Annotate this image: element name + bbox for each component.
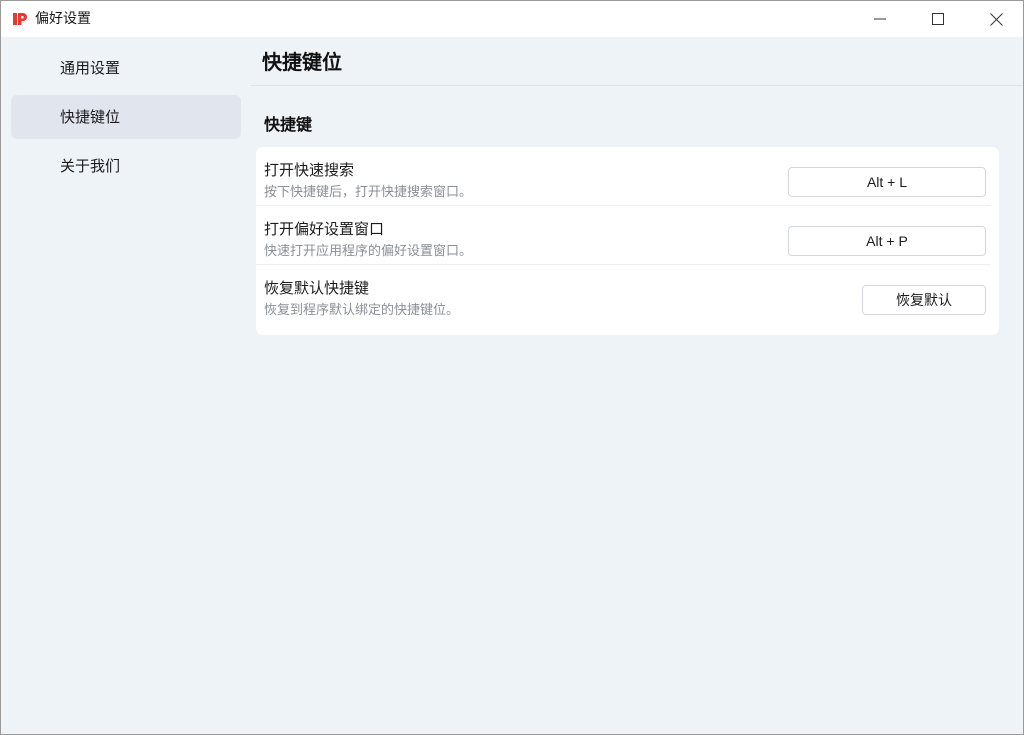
row-description: 按下快捷键后，打开快捷搜索窗口。 bbox=[264, 185, 473, 200]
maximize-icon bbox=[932, 13, 944, 25]
close-button[interactable] bbox=[967, 1, 1023, 37]
sidebar-item-shortcuts[interactable]: 快捷键位 bbox=[11, 95, 241, 139]
sidebar: 通用设置 快捷键位 关于我们 bbox=[1, 37, 251, 734]
reset-defaults-button[interactable]: 恢复默认 bbox=[862, 285, 986, 315]
preferences-window: 偏好设置 通用设置 快捷键位 关于我们 快捷键位 快捷键 打开快速搜索 按下快捷… bbox=[0, 0, 1024, 735]
row-description: 恢复到程序默认绑定的快捷键位。 bbox=[264, 303, 460, 318]
minimize-icon bbox=[874, 18, 886, 20]
row-title: 恢复默认快捷键 bbox=[264, 279, 370, 297]
preferences-shortcut-button[interactable]: Alt + P bbox=[788, 226, 986, 256]
row-title: 打开快速搜索 bbox=[264, 161, 355, 179]
shortcut-row-quick-search: 打开快速搜索 按下快捷键后，打开快捷搜索窗口。 Alt + L bbox=[256, 147, 999, 206]
quick-search-shortcut-button[interactable]: Alt + L bbox=[788, 167, 986, 197]
title-bar[interactable]: 偏好设置 bbox=[1, 1, 1023, 37]
shortcut-row-reset: 恢复默认快捷键 恢复到程序默认绑定的快捷键位。 恢复默认 bbox=[256, 265, 999, 324]
app-logo-icon bbox=[13, 13, 27, 25]
sidebar-item-about[interactable]: 关于我们 bbox=[11, 144, 241, 188]
sidebar-item-general[interactable]: 通用设置 bbox=[11, 46, 241, 90]
section-title: 快捷键 bbox=[264, 115, 313, 134]
row-title: 打开偏好设置窗口 bbox=[264, 220, 385, 238]
sidebar-item-label: 通用设置 bbox=[60, 59, 121, 77]
main-content: 快捷键位 快捷键 打开快速搜索 按下快捷键后，打开快捷搜索窗口。 Alt + L… bbox=[251, 37, 1023, 734]
maximize-button[interactable] bbox=[909, 1, 967, 37]
page-title: 快捷键位 bbox=[262, 50, 342, 74]
row-description: 快速打开应用程序的偏好设置窗口。 bbox=[264, 244, 473, 259]
close-icon bbox=[989, 12, 1003, 26]
shortcut-row-preferences: 打开偏好设置窗口 快速打开应用程序的偏好设置窗口。 Alt + P bbox=[256, 206, 999, 265]
sidebar-item-label: 关于我们 bbox=[60, 157, 121, 175]
sidebar-item-label: 快捷键位 bbox=[60, 108, 121, 126]
header-divider bbox=[251, 85, 1023, 86]
minimize-button[interactable] bbox=[851, 1, 909, 37]
shortcuts-card: 打开快速搜索 按下快捷键后，打开快捷搜索窗口。 Alt + L 打开偏好设置窗口… bbox=[256, 147, 999, 335]
window-title: 偏好设置 bbox=[35, 11, 91, 27]
